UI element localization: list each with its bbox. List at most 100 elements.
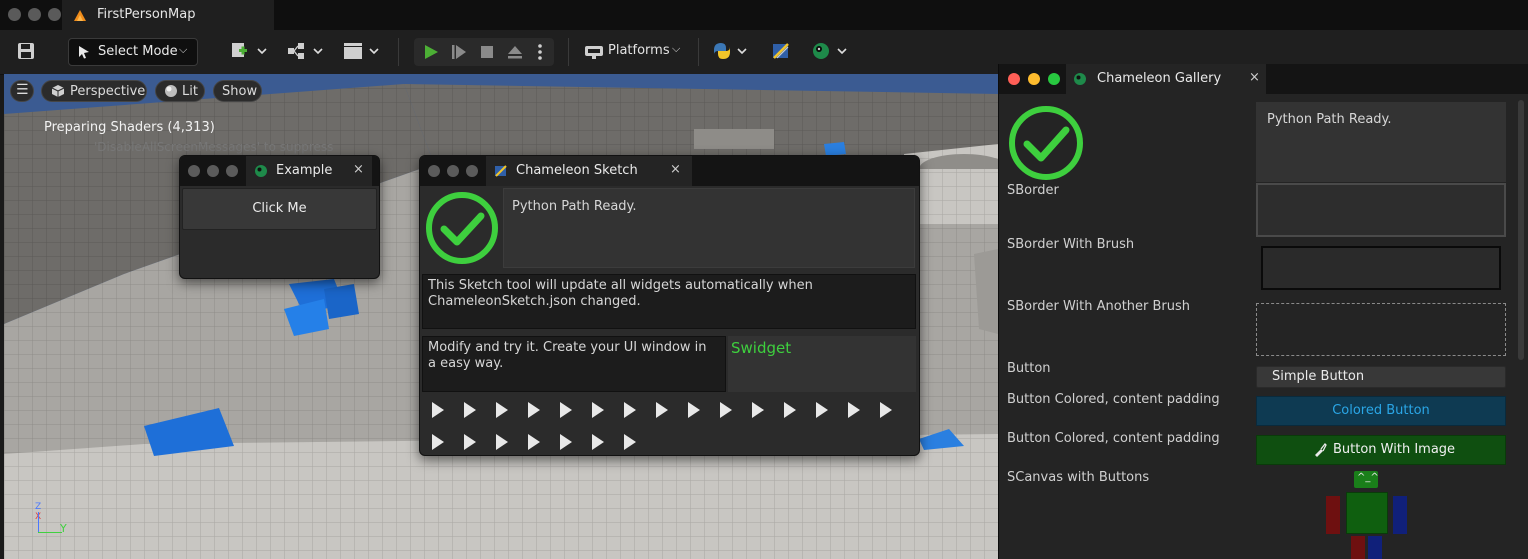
triangle-button[interactable] <box>848 402 860 418</box>
gallery-scrollbar[interactable] <box>1518 100 1524 360</box>
triangle-button[interactable] <box>784 402 796 418</box>
example-tab[interactable]: Example × <box>246 156 372 186</box>
triangle-button[interactable] <box>688 402 700 418</box>
canvas-left-leg-button[interactable] <box>1351 536 1365 559</box>
triangle-button[interactable] <box>432 402 444 418</box>
lit-button[interactable]: Lit <box>155 80 205 102</box>
sketch-close-dot[interactable] <box>428 165 440 177</box>
canvas-head-button[interactable]: ^_^ <box>1354 471 1379 488</box>
save-icon[interactable] <box>16 41 36 61</box>
gallery-minimize-dot[interactable] <box>1028 73 1040 85</box>
stop-icon[interactable] <box>478 43 496 61</box>
cinematics-icon[interactable] <box>342 40 382 62</box>
triangle-button[interactable] <box>528 434 540 450</box>
swidget-label: Swidget <box>731 339 792 357</box>
chameleon-sketch-icon <box>495 165 507 177</box>
axis-z-line <box>38 512 39 532</box>
level-tab[interactable]: FirstPersonMap <box>62 0 274 30</box>
button-colored-label-2: Button Colored, content padding <box>1007 431 1220 446</box>
window-close-dot[interactable] <box>8 8 21 21</box>
hamburger-icon: ☰ <box>16 82 29 98</box>
viewport-menu-button[interactable]: ☰ <box>10 80 34 102</box>
example-zoom-dot[interactable] <box>226 165 238 177</box>
more-options-icon[interactable] <box>536 43 544 61</box>
chameleon-sketch-icon[interactable] <box>770 40 792 62</box>
modify-textbox[interactable]: Modify and try it. Create your UI window… <box>422 336 726 392</box>
chameleon-sketch-window: Chameleon Sketch × Python Path Ready. Th… <box>419 155 920 456</box>
shader-status-message: Preparing Shaders (4,313) <box>44 120 215 135</box>
triangle-button[interactable] <box>560 402 572 418</box>
perspective-button[interactable]: Perspective <box>41 80 147 102</box>
triangle-button[interactable] <box>464 402 476 418</box>
step-icon[interactable] <box>450 43 468 61</box>
select-mode-label: Select Mode <box>98 44 178 59</box>
example-close-dot[interactable] <box>188 165 200 177</box>
triangle-button[interactable] <box>816 402 828 418</box>
gallery-tab[interactable]: Chameleon Gallery × <box>1066 64 1266 94</box>
window-zoom-dot[interactable] <box>48 8 61 21</box>
window-minimize-dot[interactable] <box>28 8 41 21</box>
canvas-right-leg-button[interactable] <box>1368 536 1382 559</box>
sketch-zoom-dot[interactable] <box>466 165 478 177</box>
show-button[interactable]: Show <box>213 80 262 102</box>
triangle-button[interactable] <box>496 434 508 450</box>
image-button[interactable]: Button With Image <box>1256 435 1506 465</box>
sketch-python-status: Python Path Ready. <box>512 199 637 214</box>
sborder-brush-sample <box>1261 246 1501 290</box>
triangle-button[interactable] <box>464 434 476 450</box>
chevron-down-icon: ⌵ <box>672 42 681 55</box>
perspective-label: Perspective <box>70 84 146 99</box>
triangle-button[interactable] <box>624 434 636 450</box>
simple-button[interactable]: Simple Button <box>1256 366 1506 388</box>
sketch-tab[interactable]: Chameleon Sketch × <box>486 156 692 186</box>
triangle-button[interactable] <box>592 434 604 450</box>
sborder-dashed-sample <box>1256 303 1506 356</box>
gallery-close-dot[interactable] <box>1008 73 1020 85</box>
platforms-dropdown[interactable]: Platforms ⌵ <box>580 38 688 66</box>
toolbar-separator <box>398 38 399 66</box>
eject-icon[interactable] <box>506 43 524 61</box>
canvas-right-arm-button[interactable] <box>1393 496 1407 534</box>
gallery-close-icon[interactable]: × <box>1249 70 1260 85</box>
triangle-button[interactable] <box>432 434 444 450</box>
canvas-body-button[interactable] <box>1346 492 1388 534</box>
triangle-button[interactable] <box>720 402 732 418</box>
triangle-button[interactable] <box>880 402 892 418</box>
add-actor-icon[interactable] <box>230 40 270 62</box>
colored-button[interactable]: Colored Button <box>1256 396 1506 426</box>
axis-gizmo: Z X Y <box>32 502 72 542</box>
sketch-description: This Sketch tool will update all widgets… <box>428 278 813 309</box>
scanvas-label: SCanvas with Buttons <box>1007 470 1150 485</box>
chameleon-menu-icon[interactable] <box>810 40 850 62</box>
triangle-button[interactable] <box>560 434 572 450</box>
canvas-left-arm-button[interactable] <box>1326 496 1340 534</box>
click-me-button[interactable]: Click Me <box>182 188 377 230</box>
button-label: Button <box>1007 361 1051 376</box>
click-me-label: Click Me <box>252 201 307 216</box>
level-tab-label: FirstPersonMap <box>97 7 196 22</box>
example-minimize-dot[interactable] <box>207 165 219 177</box>
triangle-button[interactable] <box>624 402 636 418</box>
sborder-label: SBorder <box>1007 183 1059 198</box>
play-icon[interactable] <box>422 43 440 61</box>
triangle-button[interactable] <box>656 402 668 418</box>
colored-button-label: Colored Button <box>1332 403 1430 418</box>
example-close-icon[interactable]: × <box>353 162 364 177</box>
triangle-button[interactable] <box>592 402 604 418</box>
sketch-close-icon[interactable]: × <box>670 162 681 177</box>
triangle-button[interactable] <box>496 402 508 418</box>
blueprint-icon[interactable] <box>286 40 326 62</box>
gallery-zoom-dot[interactable] <box>1048 73 1060 85</box>
triangle-button[interactable] <box>528 402 540 418</box>
select-mode-dropdown[interactable]: Select Mode ⌵ <box>68 38 198 66</box>
platforms-icon <box>585 46 603 59</box>
python-menu-icon[interactable] <box>710 40 750 62</box>
image-button-label: Button With Image <box>1333 442 1456 457</box>
sketch-title: Chameleon Sketch <box>516 163 638 178</box>
lit-label: Lit <box>182 84 198 99</box>
cube-icon <box>51 85 65 97</box>
sborder-another-label: SBorder With Another Brush <box>1007 299 1191 314</box>
triangle-button[interactable] <box>752 402 764 418</box>
checkmark-icon <box>426 192 498 264</box>
sketch-minimize-dot[interactable] <box>447 165 459 177</box>
